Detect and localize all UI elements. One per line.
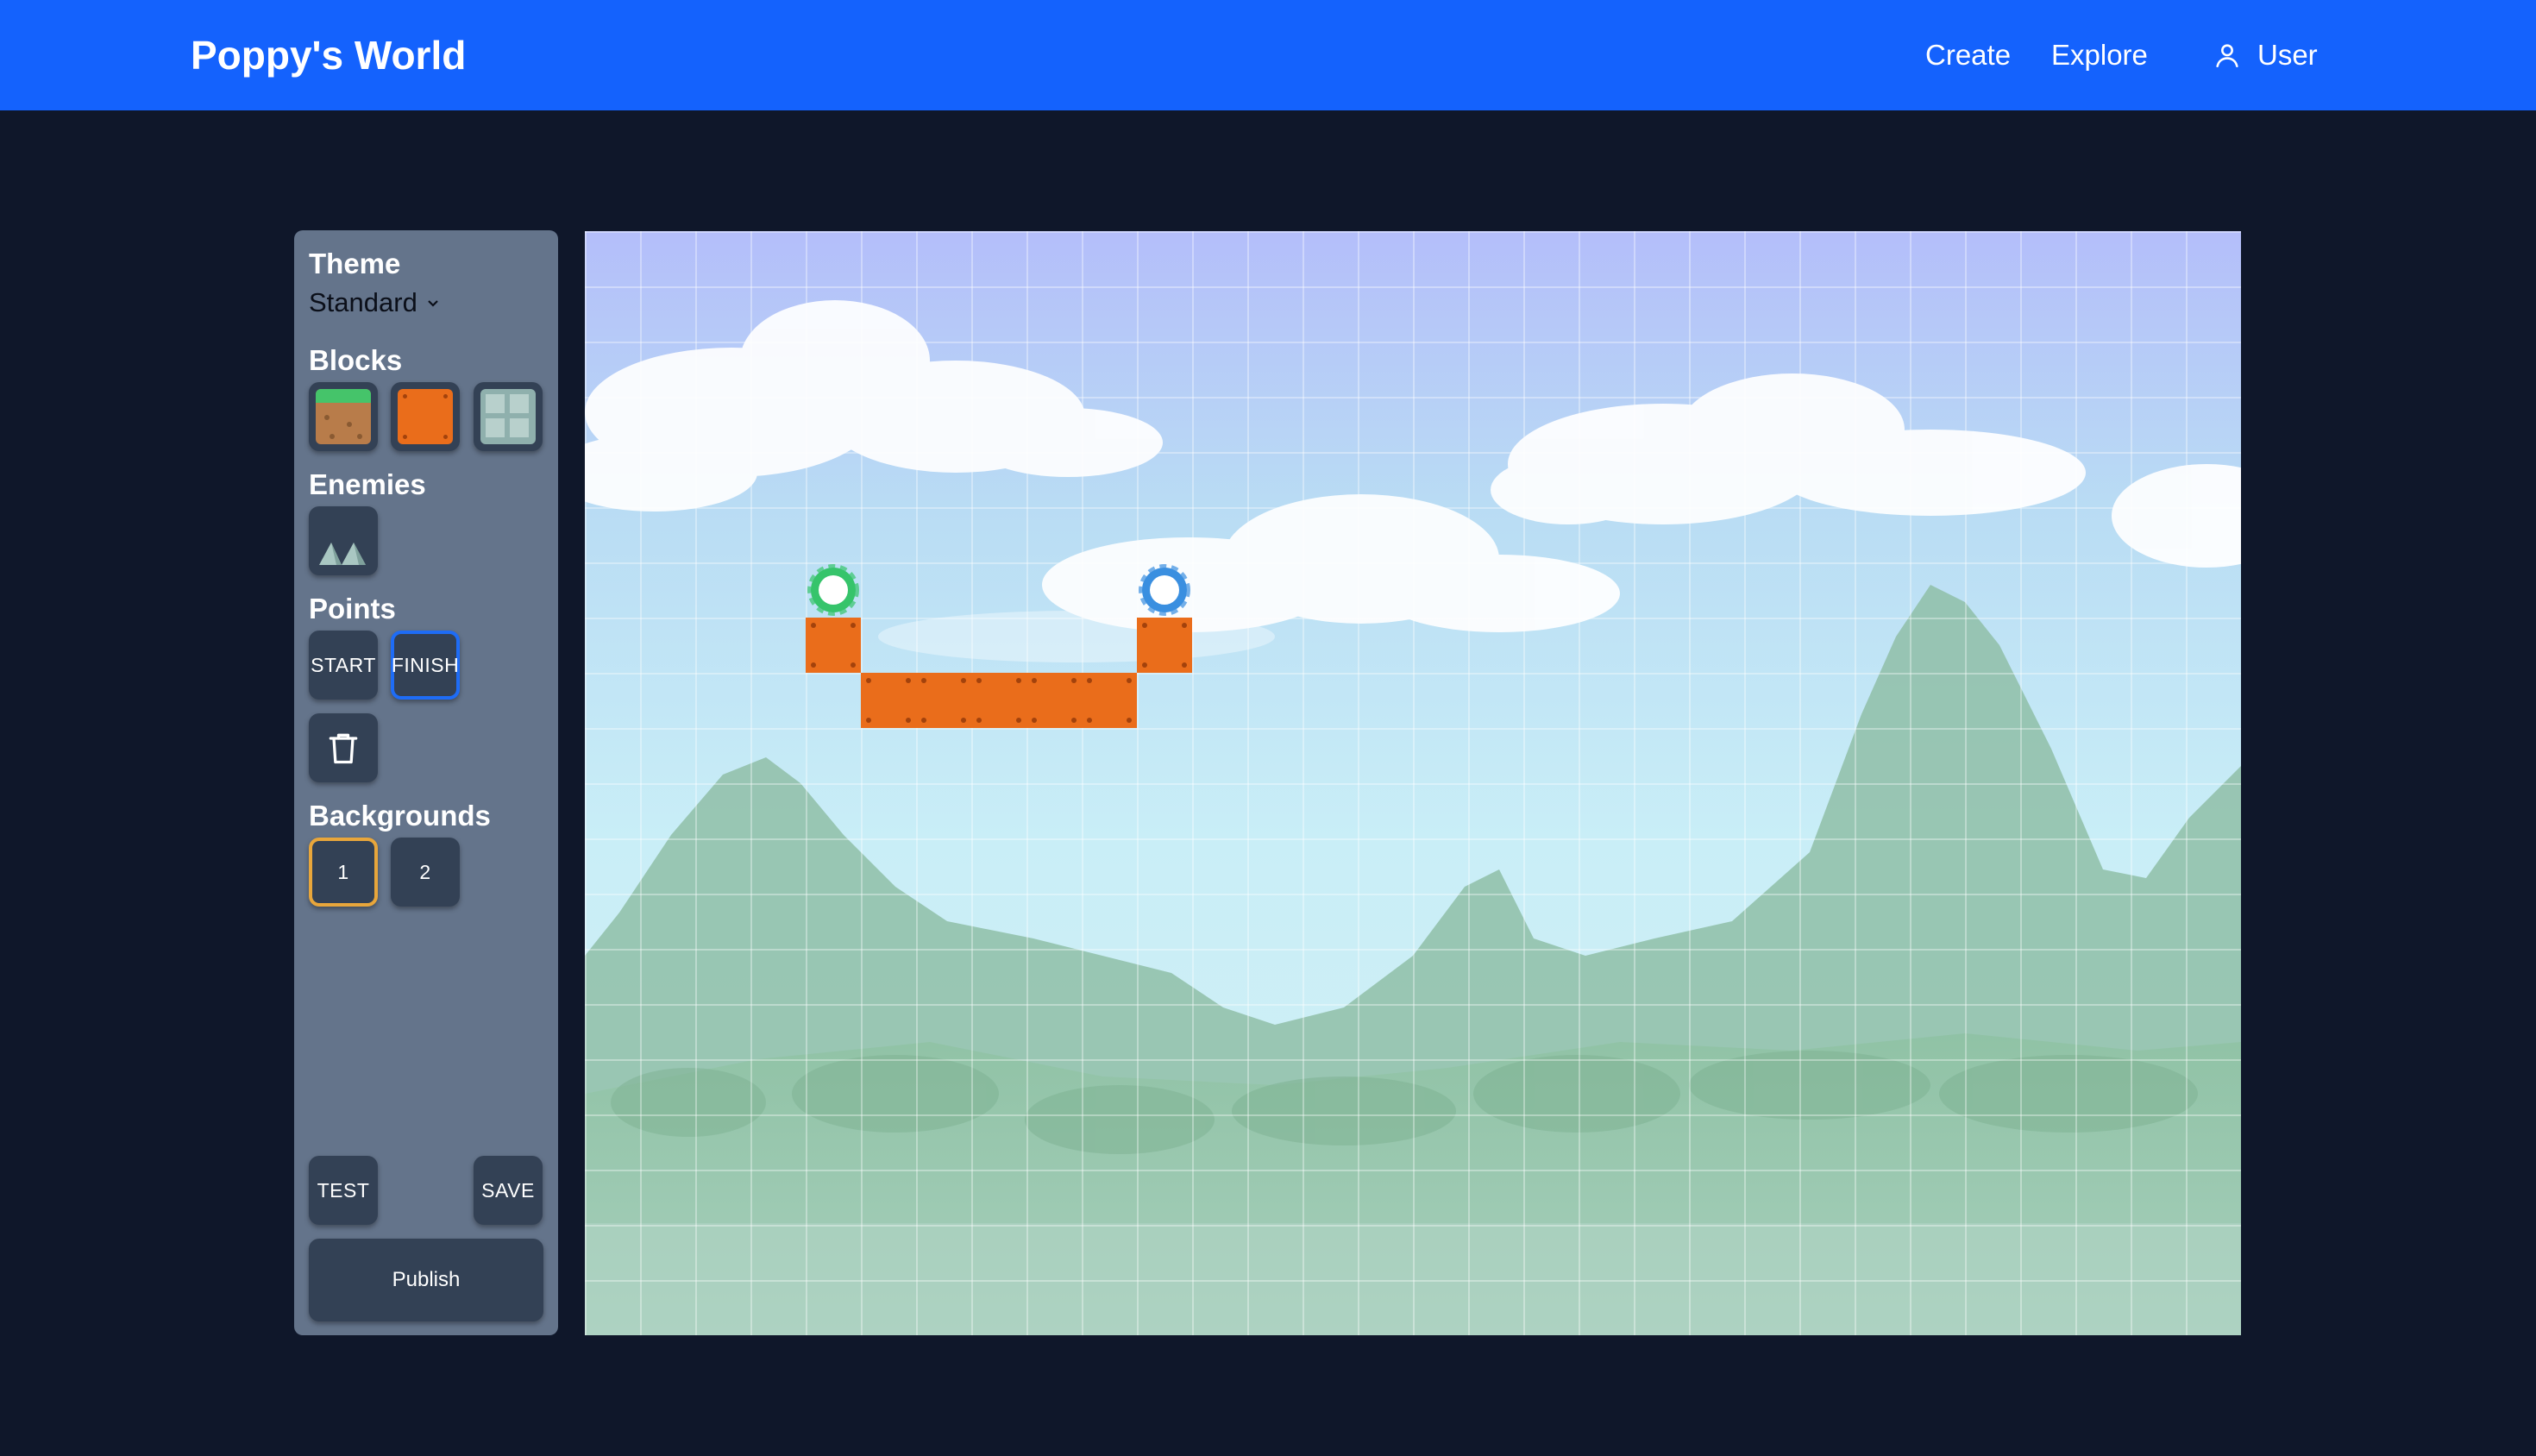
background-option-1[interactable]: 1	[309, 838, 378, 907]
nav-explore-link[interactable]: Explore	[2051, 33, 2148, 78]
save-button[interactable]: SAVE	[474, 1156, 543, 1225]
save-label: SAVE	[481, 1178, 535, 1202]
theme-heading: Theme	[309, 248, 401, 279]
background-1-label: 1	[337, 860, 349, 883]
nav-create-link[interactable]: Create	[1925, 33, 2011, 78]
background-2-label: 2	[419, 860, 431, 883]
nav-user-label: User	[2257, 39, 2318, 71]
backgrounds-heading: Backgrounds	[309, 800, 491, 832]
level-block[interactable]	[1082, 673, 1137, 728]
level-block[interactable]	[806, 618, 861, 673]
orange-block-icon	[398, 389, 453, 444]
test-label: TEST	[317, 1178, 370, 1202]
grass-block-tool[interactable]	[309, 382, 378, 451]
top-navbar: Poppy's World Create Explore User	[0, 0, 2536, 110]
user-icon	[2216, 44, 2238, 68]
publish-label: Publish	[392, 1268, 461, 1291]
publish-button[interactable]: Publish	[309, 1239, 543, 1321]
level-block[interactable]	[916, 673, 971, 728]
start-point-tool[interactable]: START	[309, 631, 378, 700]
level-block[interactable]	[971, 673, 1026, 728]
nav-user-link[interactable]: User	[2213, 33, 2318, 78]
test-button[interactable]: TEST	[309, 1156, 378, 1225]
blocks-heading: Blocks	[309, 344, 403, 376]
start-point-marker[interactable]	[806, 562, 861, 618]
orange-block-tool[interactable]	[391, 382, 460, 451]
finish-label: FINISH	[391, 653, 460, 676]
theme-value: Standard	[309, 287, 417, 317]
level-background	[585, 231, 2241, 1335]
chevron-down-icon	[428, 300, 438, 307]
enemies-heading: Enemies	[309, 468, 426, 500]
level-block[interactable]	[861, 673, 916, 728]
level-block[interactable]	[1026, 673, 1082, 728]
brand-logo[interactable]: Poppy's World	[191, 26, 466, 85]
finish-point-marker[interactable]	[1137, 562, 1192, 618]
stone-block-tool[interactable]	[474, 382, 543, 451]
background-option-2[interactable]: 2	[391, 838, 460, 907]
points-heading: Points	[309, 593, 396, 624]
spikes-icon	[319, 543, 366, 565]
grass-block-icon	[316, 389, 371, 444]
stone-block-icon	[480, 389, 536, 444]
start-label: START	[311, 653, 376, 676]
level-canvas[interactable]	[585, 231, 2241, 1335]
theme-dropdown[interactable]: Standard	[309, 287, 442, 318]
delete-tool[interactable]	[309, 713, 378, 782]
finish-point-tool[interactable]: FINISH	[391, 631, 460, 700]
spikes-enemy-tool[interactable]	[309, 506, 378, 575]
trash-icon	[329, 733, 358, 764]
editor-sidebar: Theme Standard Blocks Enemies Points STA…	[294, 230, 558, 1335]
level-block[interactable]	[1137, 618, 1192, 673]
